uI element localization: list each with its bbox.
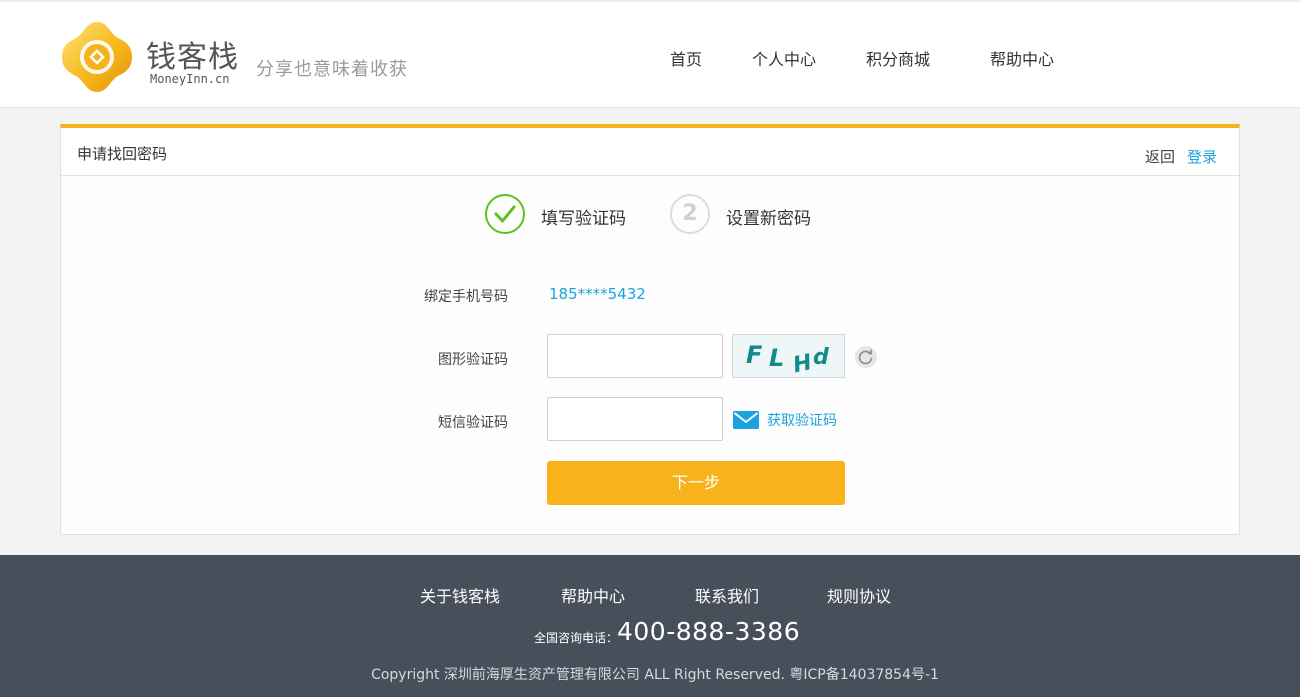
- hotline-label: 全国咨询电话：: [534, 631, 619, 645]
- footer-link-rules[interactable]: 规则协议: [827, 583, 891, 607]
- slogan: 分享也意味着收获: [256, 59, 408, 80]
- refresh-icon[interactable]: [855, 346, 877, 368]
- captcha-char-1: F: [746, 341, 763, 369]
- page-title: 申请找回密码: [77, 145, 168, 163]
- captcha-char-4: d: [813, 345, 829, 370]
- step-2-label: 设置新密码: [726, 209, 811, 229]
- phone-value: 185****5432: [549, 285, 646, 303]
- captcha-label: 图形验证码: [438, 352, 508, 368]
- sms-code-input[interactable]: [547, 397, 723, 441]
- nav-help-center[interactable]: 帮助中心: [990, 46, 1054, 70]
- captcha-input[interactable]: [547, 334, 723, 378]
- next-step-button[interactable]: 下一步: [547, 461, 845, 505]
- coin-logo-icon[interactable]: [60, 20, 134, 94]
- reset-password-panel: 申请找回密码 返回 登录 填写验证码 2 设置新密码 绑定手机号码 185***…: [60, 124, 1240, 535]
- step-2-number: 2: [670, 194, 710, 234]
- footer-link-contact[interactable]: 联系我们: [695, 583, 759, 607]
- nav-points-mall[interactable]: 积分商城: [866, 46, 930, 70]
- nav-user-center[interactable]: 个人中心: [752, 46, 816, 70]
- captcha-image[interactable]: F L H d: [732, 334, 845, 378]
- login-link[interactable]: 登录: [1187, 146, 1217, 167]
- check-circle-icon: [485, 194, 525, 234]
- site-header: 钱客栈 MoneyInn.cn 分享也意味着收获 首页 个人中心 积分商城 帮助…: [0, 0, 1300, 108]
- footer-link-help[interactable]: 帮助中心: [561, 583, 625, 607]
- panel-header: 申请找回密码 返回 登录: [61, 128, 1239, 176]
- hotline-number: 400-888-3386: [617, 617, 801, 646]
- captcha-char-2: L: [769, 344, 784, 372]
- site-footer: 关于钱客栈 帮助中心 联系我们 规则协议 全国咨询电话： 400-888-338…: [0, 555, 1300, 697]
- back-link[interactable]: 返回: [1145, 146, 1175, 167]
- logo-name[interactable]: 钱客栈: [146, 32, 239, 76]
- sms-label: 短信验证码: [438, 415, 508, 431]
- copyright-text: Copyright 深圳前海厚生资产管理有限公司 ALL Right Reser…: [371, 667, 939, 683]
- captcha-char-3: H: [791, 350, 814, 377]
- phone-label: 绑定手机号码: [424, 289, 508, 305]
- nav-home[interactable]: 首页: [670, 46, 702, 70]
- envelope-icon[interactable]: [733, 409, 759, 431]
- get-sms-code-link[interactable]: 获取验证码: [767, 410, 837, 430]
- footer-link-about[interactable]: 关于钱客栈: [420, 583, 500, 607]
- logo-domain: MoneyInn.cn: [150, 72, 230, 86]
- step-1-label: 填写验证码: [541, 209, 626, 229]
